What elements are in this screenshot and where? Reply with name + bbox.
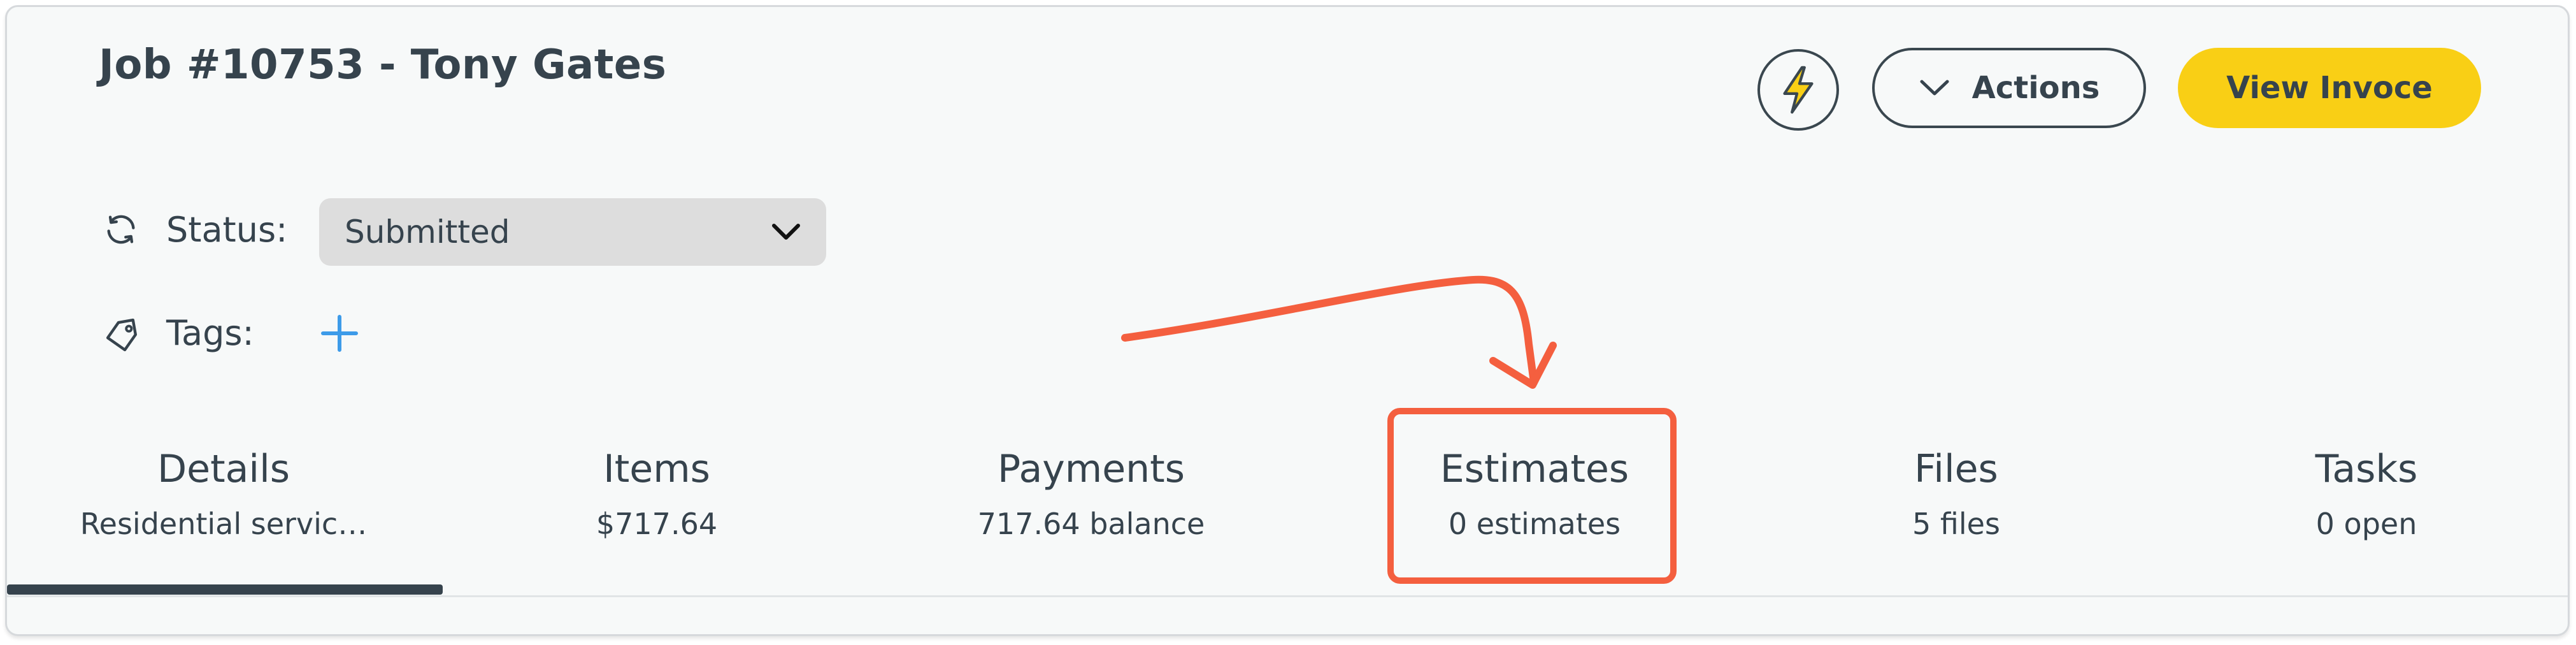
annotation-arrow [1121,275,1557,389]
